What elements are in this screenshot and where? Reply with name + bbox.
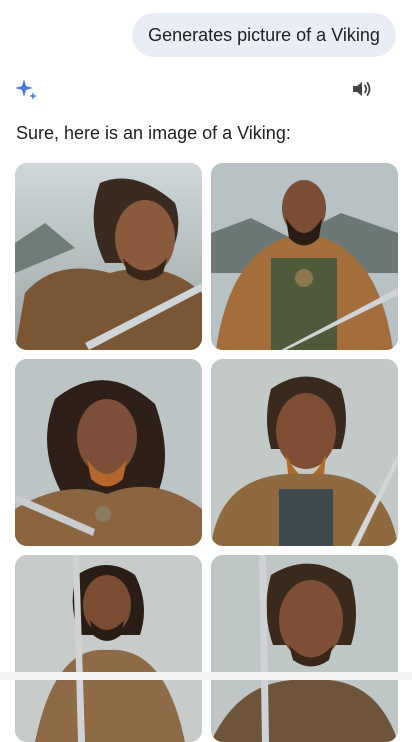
viking-image-5[interactable]: [15, 555, 202, 742]
speaker-icon[interactable]: [351, 78, 373, 100]
assistant-reply-text: Sure, here is an image of a Viking:: [16, 123, 291, 143]
image-grid: [15, 163, 398, 742]
viking-image-1[interactable]: [15, 163, 202, 350]
viking-image-2[interactable]: [211, 163, 398, 350]
bottom-gesture-area: [0, 672, 412, 680]
viking-image-6[interactable]: [211, 555, 398, 742]
user-message-text: Generates picture of a Viking: [148, 24, 380, 45]
user-message-bubble: Generates picture of a Viking: [132, 13, 396, 57]
viking-image-4[interactable]: [211, 359, 398, 546]
sparkle-icon: [14, 77, 38, 101]
viking-image-3[interactable]: [15, 359, 202, 546]
